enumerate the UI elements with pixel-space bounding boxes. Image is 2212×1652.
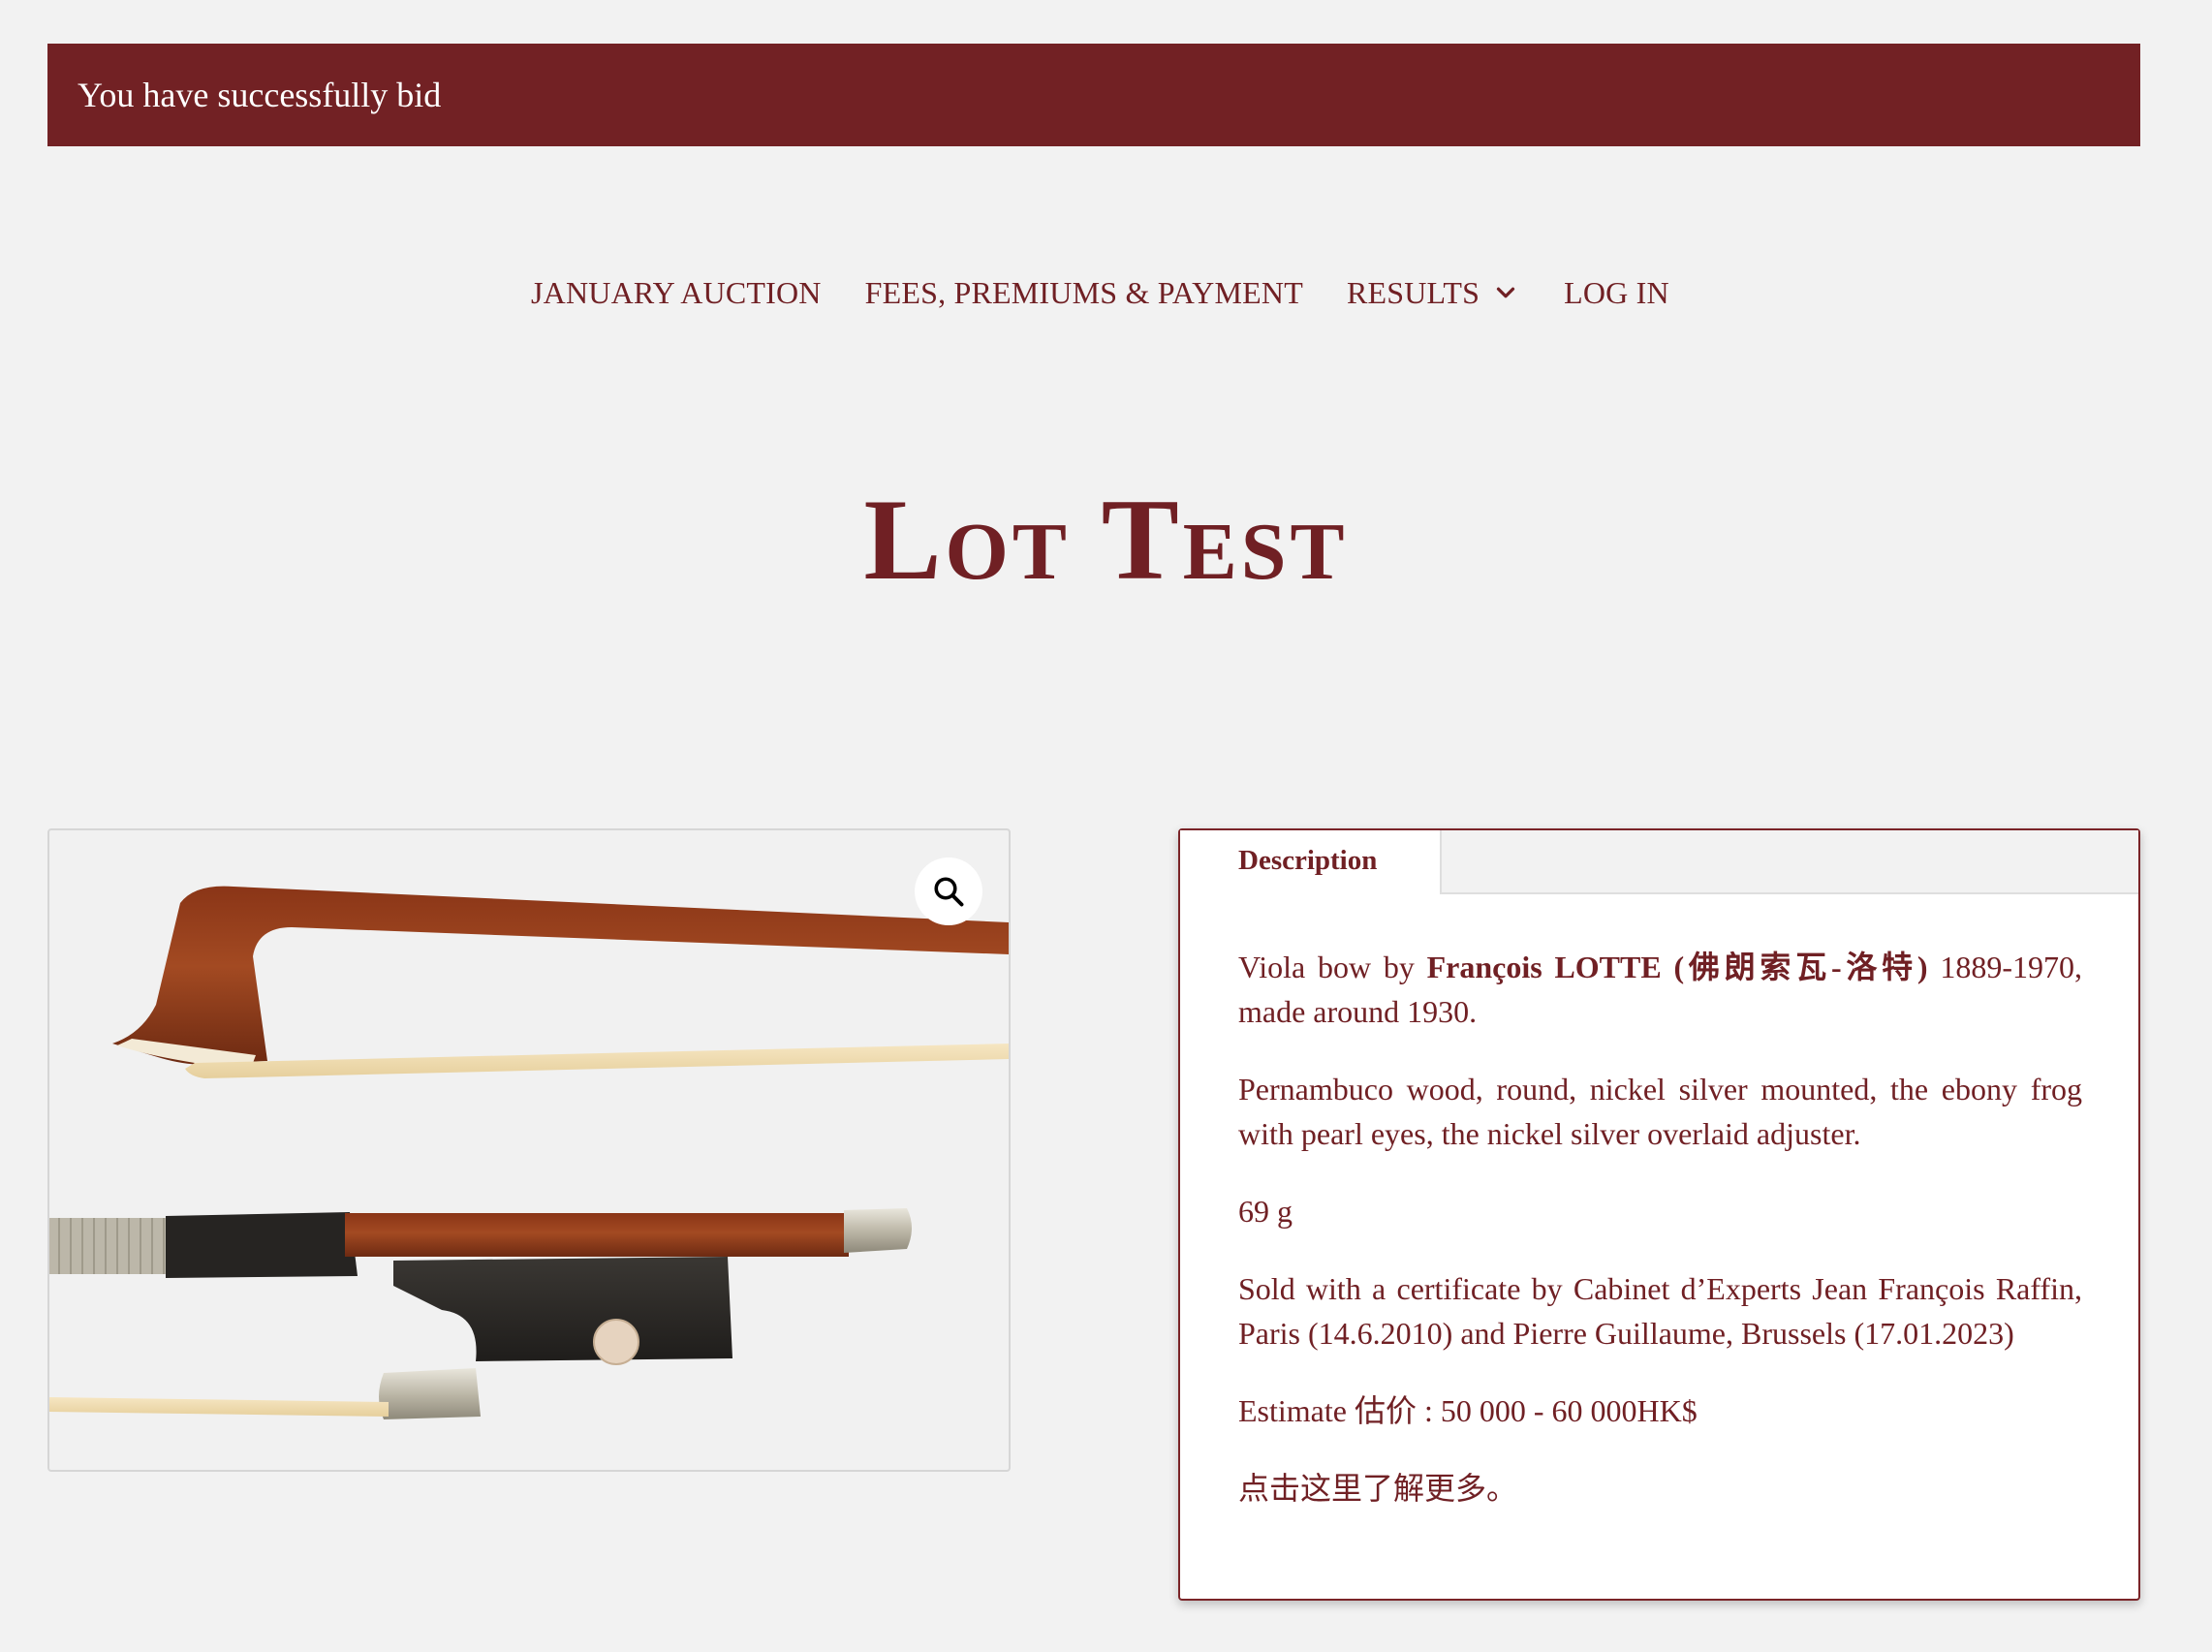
certificate-text: Sold with a certificate by Cabinet d’Exp… <box>1238 1271 2082 1351</box>
estimate-text: Estimate 估价 : 50 000 - 60 000HK$ <box>1238 1393 1698 1428</box>
nav-item-log-in[interactable]: LOG IN <box>1564 275 1669 311</box>
page-title: Lot Test <box>863 475 1349 604</box>
learn-more-link[interactable]: 点击这里了解更多。 <box>1238 1466 2082 1511</box>
maker-name: François LOTTE (佛朗索瓦-洛特) <box>1426 950 1928 984</box>
product-gallery[interactable] <box>47 828 1011 1472</box>
weight-text: 69 g <box>1238 1194 1293 1229</box>
description-panel: Viola bow by François LOTTE (佛朗索瓦-洛特) 18… <box>1238 945 2082 1543</box>
product-tabs: Description Viola bow by François LOTTE … <box>1178 828 2140 1601</box>
page: You have successfully bid JANUARY AUCTIO… <box>0 0 2212 1652</box>
description-paragraph: Pernambuco wood, round, nickel silver mo… <box>1238 1072 2082 1151</box>
nav-item-label: LOG IN <box>1564 274 1669 310</box>
main-nav: JANUARY AUCTION FEES, PREMIUMS & PAYMENT… <box>531 271 1669 314</box>
nav-item-label: JANUARY AUCTION <box>531 274 822 310</box>
nav-item-results[interactable]: RESULTS <box>1347 275 1520 311</box>
description-paragraph: Viola bow by François LOTTE (佛朗索瓦-洛特) 18… <box>1238 945 2082 1034</box>
nav-item-label: FEES, PREMIUMS & PAYMENT <box>864 274 1303 310</box>
bow-image[interactable] <box>49 830 1009 1470</box>
magnifier-icon <box>934 877 964 907</box>
notice-message: You have successfully bid <box>78 76 442 114</box>
tab-bar: Description <box>1180 830 2138 894</box>
zoom-button[interactable] <box>915 857 982 925</box>
description-text: Viola bow by <box>1238 950 1427 984</box>
success-notice: You have successfully bid <box>47 44 2140 146</box>
tab-description[interactable]: Description <box>1180 830 1442 894</box>
nav-item-label: RESULTS <box>1346 274 1480 310</box>
nav-item-fees[interactable]: FEES, PREMIUMS & PAYMENT <box>865 275 1303 311</box>
nav-item-january-auction[interactable]: JANUARY AUCTION <box>531 275 822 311</box>
chevron-down-icon <box>1496 287 1515 298</box>
